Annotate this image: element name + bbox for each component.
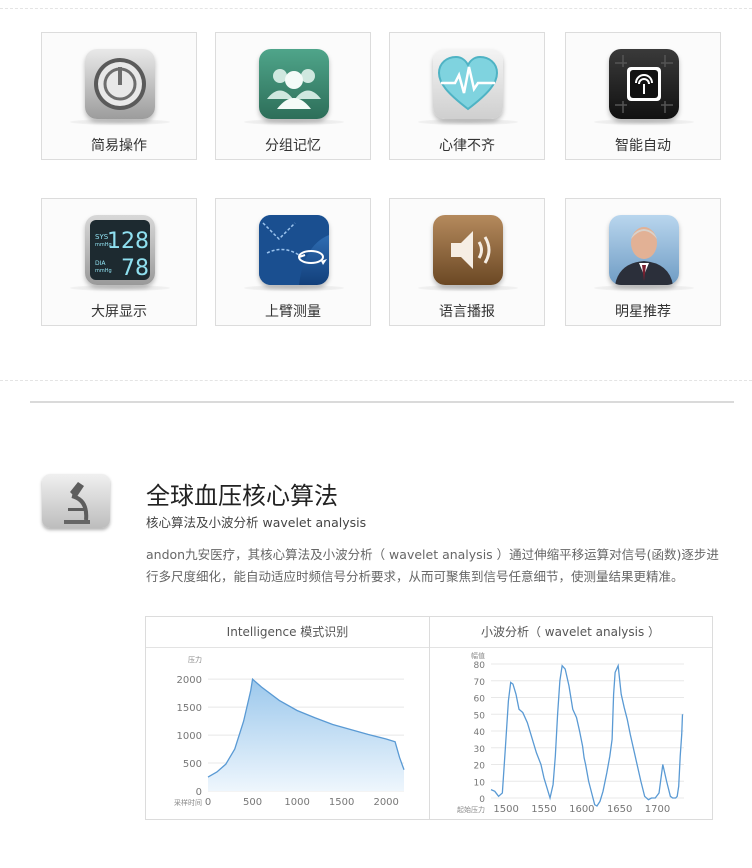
y-tick-label: 10 (474, 778, 486, 788)
x-axis-label: 采样时间 (174, 798, 202, 807)
y-tick-label: 1500 (177, 703, 202, 714)
chart-title-wavelet: 小波分析（ wavelet analysis ） (480, 625, 661, 639)
feature-label: 上臂测量 (265, 304, 321, 320)
y-tick-label: 500 (183, 759, 202, 770)
feature-label: 语言播报 (439, 304, 495, 320)
charts-panel: Intelligence 模式识别 小波分析（ wavelet analysis… (145, 616, 713, 820)
y-tick-label: 2000 (177, 675, 202, 686)
y-tick-label: 50 (474, 711, 486, 721)
sys-value: 128 (107, 229, 149, 254)
speaker-icon (433, 215, 503, 285)
x-tick-label: 2000 (373, 797, 398, 808)
heart-rhythm-icon (433, 49, 503, 119)
feature-grid: 简易操作 分组记忆 心律不齐 智能自动 SYS mmHg 128 DIA mmH… (0, 0, 752, 360)
y-tick-label: 1000 (177, 731, 202, 742)
feature-label: 智能自动 (615, 138, 671, 154)
x-tick-label: 1000 (284, 797, 309, 808)
x-axis-label: 起始压力 (457, 805, 485, 814)
user-group-icon (259, 49, 329, 119)
feature-card-arrhythmia[interactable]: 心律不齐 (389, 32, 545, 160)
y-tick-label: 0 (479, 795, 485, 805)
y-tick-label: 70 (474, 678, 486, 688)
icon-shadow (244, 285, 344, 291)
y-tick-label: 20 (474, 762, 486, 772)
x-tick-label: 1600 (569, 804, 594, 815)
section-title: 全球血压核心算法 (146, 482, 338, 510)
feature-label: 明星推荐 (615, 304, 671, 320)
y-tick-label: 40 (474, 728, 486, 738)
y-axis-label: 幅值 (471, 651, 485, 660)
icon-shadow (244, 119, 344, 125)
y-tick-label: 30 (474, 745, 486, 755)
power-button-icon (85, 49, 155, 119)
icon-shadow (594, 119, 694, 125)
series-line (490, 663, 684, 807)
chip-icon (609, 49, 679, 119)
wavelet-chart: 0 10 20 30 40 50 60 70 80幅值起始压力 1500 1550 1600 1650 1… (457, 651, 684, 815)
section-description: andon九安医疗，其核心算法及小波分析（ wavelet analysis ）… (146, 547, 719, 584)
x-tick-label: 1700 (645, 804, 670, 815)
intelligence-chart: 0 500 1000 1500 2000 压力采样时间 0 500 1000 1500 2000 (174, 655, 405, 808)
feature-label: 心律不齐 (439, 138, 495, 154)
dia-value: 78 (121, 256, 149, 281)
icon-shadow (594, 285, 694, 291)
feature-card-celebrity[interactable]: 明星推荐 (565, 198, 721, 326)
x-tick-label: 0 (205, 797, 211, 808)
upper-arm-icon (259, 215, 329, 285)
feature-card-large-display[interactable]: SYS mmHg 128 DIA mmHg 78 大屏显示 (41, 198, 197, 326)
icon-shadow (418, 119, 518, 125)
feature-card-intelligent-auto[interactable]: 智能自动 (565, 32, 721, 160)
y-tick-label: 60 (474, 695, 486, 705)
feature-card-voice-broadcast[interactable]: 语言播报 (389, 198, 545, 326)
x-tick-label: 500 (243, 797, 262, 808)
y-axis-label: 压力 (188, 655, 202, 664)
feature-card-upper-arm[interactable]: 上臂测量 (215, 198, 371, 326)
feature-card-group-memory[interactable]: 分组记忆 (215, 32, 371, 160)
x-tick-label: 1550 (531, 804, 556, 815)
section-divider (0, 380, 752, 381)
x-tick-label: 1500 (329, 797, 354, 808)
y-tick-label: 0 (196, 787, 202, 798)
feature-card-simple-operation[interactable]: 简易操作 (41, 32, 197, 160)
lcd-display-icon: SYS mmHg 128 DIA mmHg 78 (85, 215, 155, 285)
dia-unit: mmHg (95, 268, 112, 274)
feature-label: 简易操作 (91, 138, 147, 154)
feature-label: 分组记忆 (265, 138, 321, 154)
chart-title-intelligence: Intelligence 模式识别 (226, 625, 349, 639)
dia-label: DIA (95, 260, 106, 267)
x-tick-label: 1650 (607, 804, 632, 815)
feature-label: 大屏显示 (91, 304, 147, 320)
y-tick-label: 80 (474, 661, 486, 671)
horizontal-rule (30, 401, 734, 403)
section-subtitle: 核心算法及小波分析 wavelet analysis (146, 515, 367, 530)
icon-shadow (70, 285, 170, 291)
celebrity-photo-icon (609, 215, 679, 285)
x-tick-label: 1500 (493, 804, 518, 815)
icon-shadow (70, 119, 170, 125)
icon-shadow (418, 285, 518, 291)
microscope-icon (42, 474, 110, 528)
